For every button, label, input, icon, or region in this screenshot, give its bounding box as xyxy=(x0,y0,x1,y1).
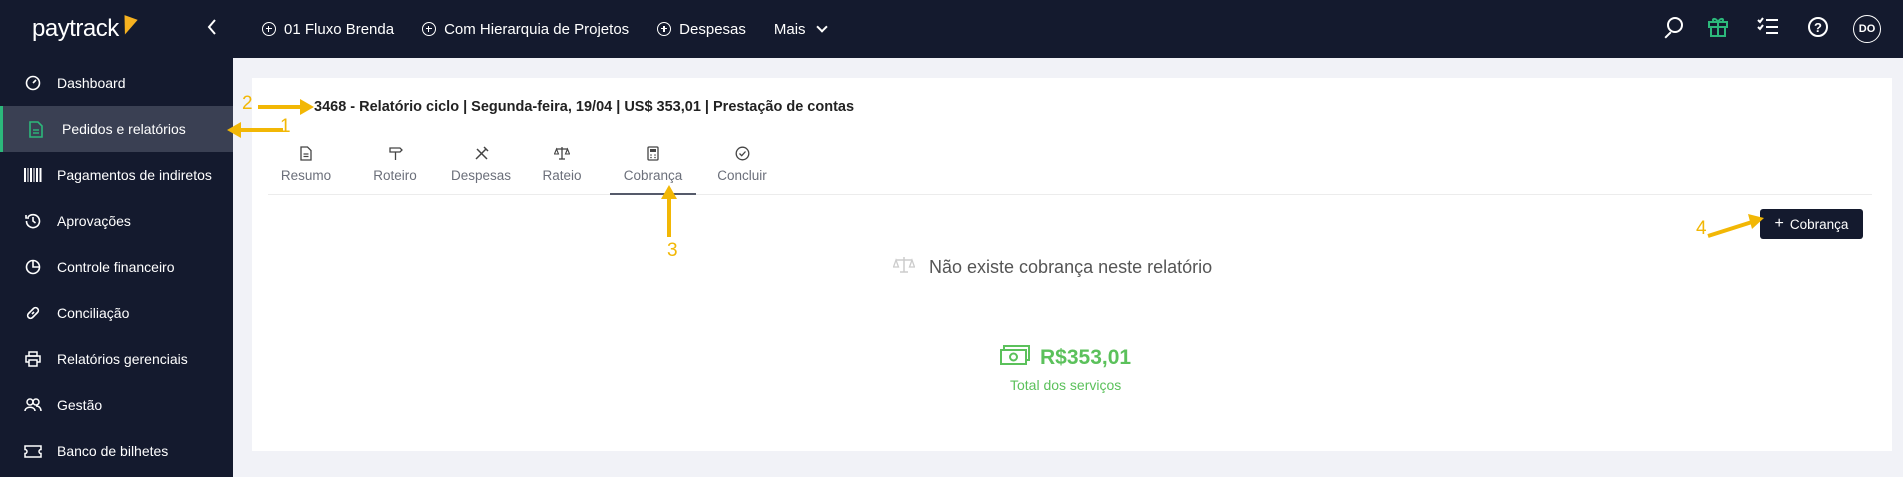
sidebar-item-label: Relatórios gerenciais xyxy=(57,351,188,367)
top-bar: paytrack 01 Fluxo Brenda Com Hierarquia … xyxy=(0,0,1903,58)
ticket-icon xyxy=(24,442,42,460)
annotation-number-4: 4 xyxy=(1696,218,1707,239)
printer-icon xyxy=(24,350,42,368)
empty-state-message: Não existe cobrança neste relatório xyxy=(929,257,1213,277)
add-cobranca-label: Cobrança xyxy=(1789,216,1849,232)
plus-circle-icon xyxy=(262,22,276,36)
topnav-item-hierarquia-projetos[interactable]: Com Hierarquia de Projetos xyxy=(422,21,629,38)
barcode-icon xyxy=(24,166,42,184)
topnav-more-label: Mais xyxy=(773,20,806,38)
annotation-number-3: 3 xyxy=(667,240,678,261)
sidebar-item-label: Pagamentos de indiretos xyxy=(57,167,212,183)
history-icon xyxy=(24,212,42,230)
top-nav: 01 Fluxo Brenda Com Hierarquia de Projet… xyxy=(262,0,828,58)
sidebar-item-aprovacoes[interactable]: Aprovações xyxy=(0,198,233,244)
gauge-icon xyxy=(24,74,42,92)
logo-text: paytrack xyxy=(32,15,119,42)
chevron-left-icon xyxy=(207,19,216,35)
annotation-arrow-3 xyxy=(661,185,677,237)
top-icons: ? DO xyxy=(1643,0,1903,58)
sidebar-item-dashboard[interactable]: Dashboard xyxy=(0,60,233,106)
tab-label: Rateio xyxy=(542,168,582,183)
sidebar-item-label: Dashboard xyxy=(57,75,126,91)
tab-roteiro[interactable]: Roteiro xyxy=(362,143,428,195)
scale-icon xyxy=(892,256,916,279)
topnav-item-label: 01 Fluxo Brenda xyxy=(284,20,395,38)
sidebar-item-label: Pedidos e relatórios xyxy=(62,121,186,137)
annotation-number-1: 1 xyxy=(280,116,291,137)
sidebar-item-label: Gestão xyxy=(57,397,103,413)
search-icon[interactable] xyxy=(1667,17,1683,33)
total-amount: R$353,01 xyxy=(1040,345,1132,369)
paytrack-logo[interactable]: paytrack xyxy=(32,15,138,43)
plus-circle-icon xyxy=(657,22,672,36)
document-icon xyxy=(27,120,45,138)
sidebar-item-label: Aprovações xyxy=(57,213,131,229)
tools-icon xyxy=(473,145,489,161)
report-tabs: Resumo Roteiro Despesas Rateio Cobrança … xyxy=(268,143,1872,195)
tab-rateio[interactable]: Rateio xyxy=(538,143,586,195)
tab-cobranca[interactable]: Cobrança xyxy=(610,143,696,195)
tab-resumo[interactable]: Resumo xyxy=(268,143,344,195)
empty-state: Não existe cobrança neste relatório xyxy=(892,256,1213,279)
tab-label: Cobrança xyxy=(623,168,683,183)
collapse-sidebar-button[interactable] xyxy=(206,16,218,42)
calculator-icon xyxy=(645,145,661,161)
topnav-item-label: Com Hierarquia de Projetos xyxy=(444,20,630,38)
plus-icon: + xyxy=(1774,215,1784,232)
users-icon xyxy=(24,396,42,414)
report-title: 3468 - Relatório ciclo | Segunda-feira, … xyxy=(314,99,855,115)
sidebar: Dashboard Pedidos e relatórios Pagamento… xyxy=(0,58,233,477)
tab-label: Concluir xyxy=(717,168,767,183)
help-icon[interactable]: ? xyxy=(1808,17,1828,37)
sidebar-item-pagamentos[interactable]: Pagamentos de indiretos xyxy=(0,152,233,198)
pie-chart-icon xyxy=(24,258,42,276)
tab-despesas[interactable]: Despesas xyxy=(447,143,515,195)
tab-label: Resumo xyxy=(280,168,332,183)
annotation-number-2: 2 xyxy=(242,93,253,114)
sidebar-item-label: Controle financeiro xyxy=(57,259,175,275)
topnav-item-fluxo-brenda[interactable]: 01 Fluxo Brenda xyxy=(262,21,394,38)
signpost-icon xyxy=(387,145,403,161)
sidebar-item-gestao[interactable]: Gestão xyxy=(0,382,233,428)
topnav-item-label: Despesas xyxy=(679,20,746,38)
annotation-arrow-1 xyxy=(227,122,283,138)
annotation-arrow-2 xyxy=(258,99,314,115)
tab-label: Roteiro xyxy=(373,168,417,183)
total-label: Total dos serviços xyxy=(1010,377,1122,393)
sidebar-item-label: Banco de bilhetes xyxy=(57,443,169,459)
chevron-down-icon xyxy=(815,21,828,33)
add-cobranca-button[interactable]: + Cobrança xyxy=(1760,209,1863,239)
logo-mark-icon xyxy=(118,15,138,37)
check-circle-icon xyxy=(734,145,750,161)
annotation-arrow-4 xyxy=(1707,214,1764,238)
sidebar-item-pedidos[interactable]: Pedidos e relatórios xyxy=(0,106,233,152)
total-amount-row: R$353,01 xyxy=(1000,345,1131,370)
scale-icon xyxy=(554,145,570,161)
tab-concluir[interactable]: Concluir xyxy=(714,143,770,195)
topnav-more-menu[interactable]: Mais xyxy=(773,20,828,38)
document-icon xyxy=(298,145,314,161)
plus-circle-icon xyxy=(422,22,437,36)
sidebar-item-label: Conciliação xyxy=(57,305,130,321)
checklist-icon[interactable] xyxy=(1757,16,1779,36)
link-icon xyxy=(24,304,42,322)
sidebar-item-conciliacao[interactable]: Conciliação xyxy=(0,290,233,336)
sidebar-item-banco-bilhetes[interactable]: Banco de bilhetes xyxy=(0,428,233,474)
sidebar-item-relatorios-gerenciais[interactable]: Relatórios gerenciais xyxy=(0,336,233,382)
sidebar-item-controle-financeiro[interactable]: Controle financeiro xyxy=(0,244,233,290)
tab-label: Despesas xyxy=(450,168,512,183)
money-bill-icon xyxy=(1000,345,1030,370)
topnav-item-despesas[interactable]: Despesas xyxy=(657,21,746,38)
avatar[interactable]: DO xyxy=(1853,15,1881,43)
gift-icon[interactable] xyxy=(1706,14,1730,38)
